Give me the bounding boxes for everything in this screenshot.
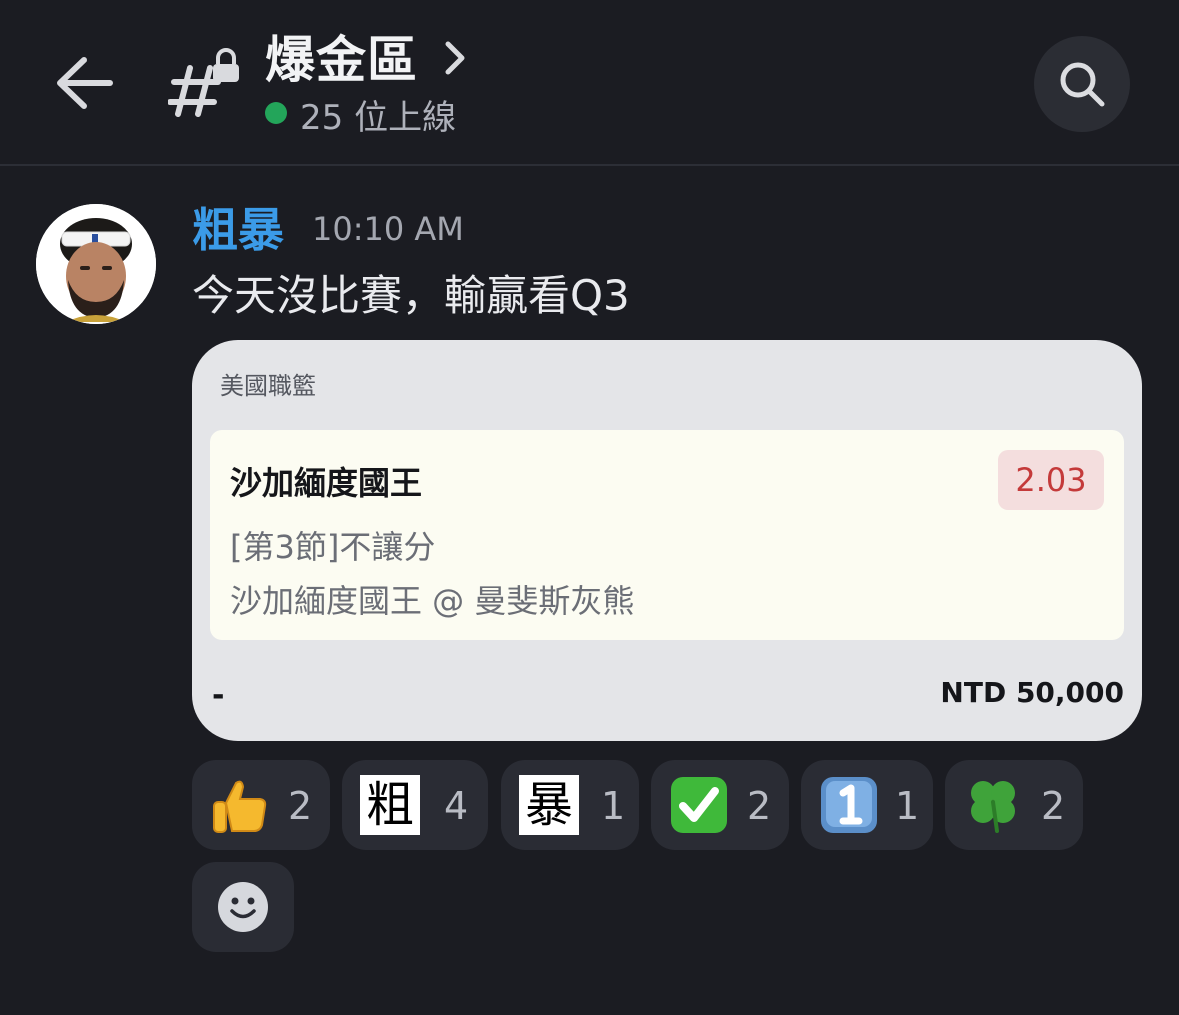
smiley-icon: [218, 882, 268, 932]
odds-badge: 2.03: [998, 450, 1104, 510]
add-reaction-button[interactable]: [192, 862, 294, 952]
reaction-thumbs-up[interactable]: 2: [192, 760, 330, 850]
channel-header: 爆金區 25 位上線: [0, 0, 1179, 165]
reaction-count: 1: [895, 784, 920, 828]
search-icon: [1060, 62, 1105, 107]
bet-pick: 沙加緬度國王 2.03 [第3節]不讓分 沙加緬度國王 @ 曼斐斯灰熊: [210, 430, 1124, 640]
reaction-four-leaf-clover[interactable]: 2: [945, 760, 1083, 850]
search-button[interactable]: [1034, 36, 1130, 132]
four-leaf-clover-icon: [971, 781, 1015, 833]
reaction-check-mark[interactable]: 2: [651, 760, 789, 850]
custom-char-emoji: 暴: [519, 775, 579, 835]
reaction-keycap-one[interactable]: 1: [801, 760, 933, 850]
reaction-count: 2: [288, 784, 313, 828]
online-status-dot: [265, 102, 287, 124]
avatar[interactable]: [36, 204, 156, 324]
check-mark-icon: [671, 777, 727, 833]
reaction-custom-char[interactable]: 粗 4: [342, 760, 488, 850]
arrow-left-icon: [57, 57, 113, 109]
message-text: 今天沒比賽，輸贏看Q3: [192, 271, 630, 320]
reaction-count: 2: [1041, 784, 1066, 828]
reaction-count: 4: [444, 784, 469, 828]
thumbs-up-icon: [213, 780, 267, 833]
reaction-count: 2: [747, 784, 772, 828]
selected-team: 沙加緬度國王: [230, 464, 423, 502]
online-count: 25 位上線: [300, 98, 457, 138]
reaction-count: 1: [601, 784, 626, 828]
locked-channel-icon: [167, 46, 240, 118]
chevron-right-icon[interactable]: [438, 36, 472, 80]
custom-char-emoji: 粗: [360, 775, 420, 835]
bet-card[interactable]: 美國職籃 沙加緬度國王 2.03 [第3節]不讓分 沙加緬度國王 @ 曼斐斯灰熊…: [192, 340, 1142, 741]
matchup: 沙加緬度國王 @ 曼斐斯灰熊: [230, 582, 635, 620]
message-author[interactable]: 粗暴: [192, 194, 284, 260]
reaction-custom-char[interactable]: 暴 1: [501, 760, 639, 850]
message-timestamp: 10:10 AM: [312, 210, 464, 248]
bet-amount: NTD 50,000: [940, 676, 1124, 709]
keycap-one-icon: [821, 777, 877, 833]
channel-title[interactable]: 爆金區: [265, 20, 418, 92]
back-button[interactable]: [50, 48, 120, 118]
bet-status: -: [212, 678, 225, 713]
league-label: 美國職籃: [220, 372, 316, 400]
header-divider: [0, 164, 1179, 166]
bet-type: [第3節]不讓分: [230, 528, 436, 566]
